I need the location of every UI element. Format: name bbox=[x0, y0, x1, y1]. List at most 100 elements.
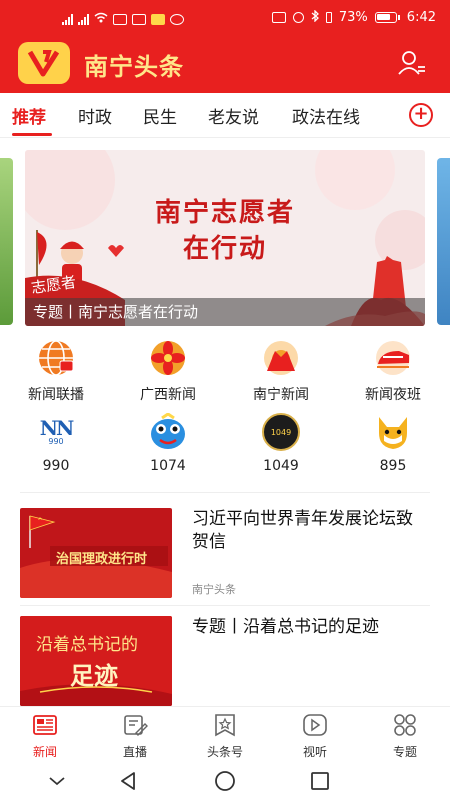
recents-square-icon bbox=[311, 772, 329, 790]
vibrate-icon bbox=[325, 12, 332, 23]
active-tab-indicator bbox=[12, 133, 52, 136]
logo-text: NN bbox=[39, 416, 75, 440]
nav-topics[interactable]: 专题 bbox=[370, 713, 440, 760]
banner-title-line1: 南宁志愿者 bbox=[154, 198, 295, 228]
nav-label: 头条号 bbox=[206, 745, 243, 759]
record-1049-icon: 1049 bbox=[259, 412, 303, 452]
carousel-prev-slide[interactable] bbox=[0, 158, 13, 325]
notification-icon bbox=[113, 13, 127, 25]
entry-label: 南宁新闻 bbox=[253, 387, 309, 403]
sunrise-icon bbox=[259, 338, 303, 378]
news-item[interactable]: 治国理政进行时 习近平向世界青年发展论坛致贺信 南宁头条 bbox=[0, 508, 450, 600]
status-icons-left bbox=[62, 12, 184, 26]
entry-radio-1074[interactable]: 1074 bbox=[123, 412, 213, 474]
tab-livelihood[interactable]: 民生 bbox=[143, 103, 177, 128]
tab-recommend[interactable]: 推荐 bbox=[12, 103, 46, 128]
grid-icon bbox=[394, 714, 416, 736]
nav-label: 专题 bbox=[392, 745, 417, 759]
signal-icon bbox=[62, 13, 73, 25]
battery-percent: 73% bbox=[338, 10, 368, 25]
newspaper-icon bbox=[33, 715, 57, 735]
nav-news[interactable]: 新闻 bbox=[10, 713, 80, 760]
app-header: 南宁头条 bbox=[0, 40, 450, 93]
back-button[interactable] bbox=[115, 768, 141, 794]
battery-icon bbox=[374, 12, 397, 23]
plus-icon: + bbox=[413, 103, 429, 124]
app-logo-icon bbox=[18, 42, 70, 84]
entry-label: 1049 bbox=[263, 458, 299, 474]
tab-law-online[interactable]: 政法在线 bbox=[292, 103, 360, 128]
user-icon bbox=[398, 51, 425, 75]
entry-guangxi-news[interactable]: 广西新闻 bbox=[123, 338, 213, 404]
logo-text: 1049 bbox=[270, 427, 292, 437]
carousel-next-slide[interactable] bbox=[437, 158, 450, 325]
news-thumbnail: 沿着总书记的 足迹 bbox=[20, 616, 172, 706]
signal-icon bbox=[78, 13, 89, 25]
entry-radio-990[interactable]: NN 990 990 bbox=[11, 412, 101, 474]
play-icon bbox=[303, 714, 327, 736]
entry-news-broadcast[interactable]: 新闻联播 bbox=[11, 338, 101, 404]
star-bookmark-icon bbox=[215, 714, 235, 737]
nav-label: 新闻 bbox=[32, 745, 57, 759]
nav-headline-accounts[interactable]: 头条号 bbox=[190, 713, 260, 760]
entry-label: 新闻夜班 bbox=[365, 387, 421, 403]
entry-night-shift-news[interactable]: 新闻夜班 bbox=[348, 338, 438, 404]
nn990-radio-logo: NN 990 bbox=[34, 412, 78, 452]
entry-nanning-news[interactable]: 南宁新闻 bbox=[236, 338, 326, 404]
news-thumbnail: 治国理政进行时 bbox=[20, 508, 172, 598]
back-triangle-icon bbox=[121, 772, 135, 790]
carousel-banner[interactable]: 南宁志愿者 在行动 志愿者 专题丨南宁志愿者在行动 bbox=[25, 150, 425, 326]
news-divider bbox=[20, 605, 430, 606]
collapse-button[interactable] bbox=[44, 768, 70, 794]
flower-emblem-icon bbox=[146, 338, 190, 378]
chevron-down-icon bbox=[49, 777, 65, 786]
banner-caption: 专题丨南宁志愿者在行动 bbox=[25, 298, 425, 326]
thumbnail-text: 治国理政进行时 bbox=[56, 552, 148, 567]
fox-mascot-icon bbox=[371, 412, 415, 452]
notification-icon bbox=[132, 13, 146, 25]
nav-label: 直播 bbox=[122, 745, 147, 759]
alarm-icon bbox=[292, 12, 304, 23]
entry-label: 新闻联播 bbox=[28, 387, 84, 403]
home-circle-icon bbox=[215, 771, 235, 791]
nav-live[interactable]: 直播 bbox=[100, 713, 170, 760]
section-divider bbox=[20, 492, 430, 493]
bluetooth-icon bbox=[311, 9, 319, 25]
entry-radio-895[interactable]: 895 bbox=[348, 412, 438, 474]
channel-tabs: 推荐 时政 民生 老友说 政法在线 bbox=[0, 93, 450, 138]
app-title: 南宁头条 bbox=[84, 53, 184, 81]
live-edit-icon bbox=[124, 715, 148, 736]
thumbnail-text-line1: 沿着总书记的 bbox=[36, 635, 138, 655]
notification-icon bbox=[170, 13, 184, 25]
user-profile-button[interactable] bbox=[398, 50, 426, 76]
bottom-nav: 新闻 直播 头条号 视听 专题 bbox=[0, 706, 450, 762]
nfc-icon bbox=[271, 12, 286, 23]
battery-cap bbox=[397, 15, 400, 20]
news-title: 习近平向世界青年发展论坛致贺信 bbox=[192, 509, 413, 552]
add-channel-button[interactable]: + bbox=[409, 103, 433, 127]
wifi-icon bbox=[94, 12, 108, 26]
entry-label: 1074 bbox=[150, 458, 186, 474]
tv-globe-icon bbox=[34, 338, 78, 378]
entry-label: 990 bbox=[42, 458, 70, 474]
news-source: 南宁头条 bbox=[192, 583, 236, 596]
entry-radio-1049[interactable]: 1049 1049 bbox=[236, 412, 326, 474]
recents-button[interactable] bbox=[307, 768, 333, 794]
clock: 6:42 bbox=[406, 10, 436, 25]
entry-label: 广西新闻 bbox=[140, 387, 196, 403]
thumbnail-text-line2: 足迹 bbox=[70, 661, 118, 690]
tab-politics[interactable]: 时政 bbox=[78, 103, 112, 128]
nav-audio-video[interactable]: 视听 bbox=[280, 713, 350, 760]
banner-title-line2: 在行动 bbox=[182, 234, 267, 264]
system-navigation-bar bbox=[0, 762, 450, 800]
news-item[interactable]: 沿着总书记的 足迹 专题丨沿着总书记的足迹 bbox=[0, 616, 450, 706]
blue-mascot-icon bbox=[146, 412, 190, 452]
news-title: 专题丨沿着总书记的足迹 bbox=[192, 617, 379, 637]
tab-laoyoushuo[interactable]: 老友说 bbox=[208, 103, 259, 128]
home-button[interactable] bbox=[212, 768, 238, 794]
entry-label: 895 bbox=[379, 458, 407, 474]
notification-icon bbox=[151, 13, 165, 25]
nav-label: 视听 bbox=[302, 745, 327, 759]
status-icons-right: 73% 6:42 bbox=[271, 9, 436, 25]
status-bar: 73% 6:42 bbox=[0, 0, 450, 40]
